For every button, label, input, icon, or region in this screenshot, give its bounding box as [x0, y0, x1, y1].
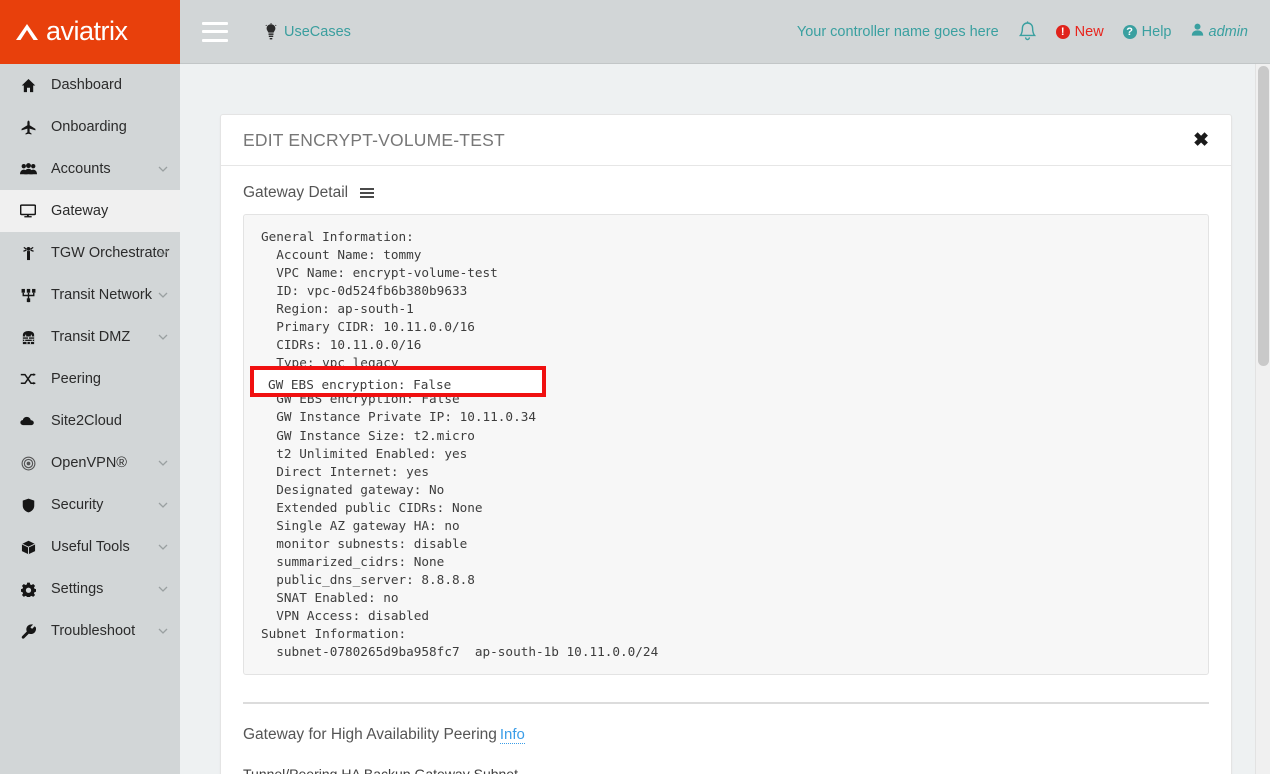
sidebar-item-label: Transit Network — [51, 287, 152, 303]
sidebar-item-label: OpenVPN® — [51, 455, 127, 471]
user-label: admin — [1209, 24, 1249, 40]
usecases-link[interactable]: UseCases — [264, 23, 351, 40]
sidebar-item-transit-network[interactable]: Transit Network — [0, 274, 180, 316]
sidebar-item-openvpn[interactable]: OpenVPN® — [0, 442, 180, 484]
sidebar-item-label: Useful Tools — [51, 539, 130, 555]
shield-icon — [17, 498, 39, 513]
gateway-detail-panel: General Information: Account Name: tommy… — [243, 214, 1209, 675]
sidebar-item-gateway[interactable]: Gateway — [0, 190, 180, 232]
page-title: EDIT ENCRYPT-VOLUME-TEST — [243, 130, 505, 151]
wrench-icon — [17, 624, 39, 639]
sidebar-item-label: Transit DMZ — [51, 329, 130, 345]
scrollbar-thumb[interactable] — [1258, 66, 1269, 366]
sidebar-item-dashboard[interactable]: Dashboard — [0, 64, 180, 106]
firewall-icon — [17, 330, 39, 345]
sidebar: Dashboard Onboarding Accounts — [0, 64, 180, 774]
sidebar-item-label: TGW Orchestrator — [51, 245, 169, 261]
brand-name: aviatrix — [46, 18, 128, 45]
chevron-down-icon[interactable] — [158, 502, 166, 510]
ha-info-link[interactable]: Info — [500, 726, 525, 744]
card-body: Gateway Detail General Information: Acco… — [221, 166, 1231, 774]
chevron-down-icon[interactable] — [158, 544, 166, 552]
broadcast-icon — [17, 456, 39, 471]
sidebar-item-settings[interactable]: Settings — [0, 568, 180, 610]
ha-peering-section: Gateway for High Availability PeeringInf… — [243, 704, 1209, 774]
usecases-label: UseCases — [284, 24, 351, 40]
tower-icon — [17, 246, 39, 261]
main-scrollbar[interactable] — [1255, 64, 1270, 774]
monitor-icon — [17, 204, 39, 218]
ha-title-row: Gateway for High Availability PeeringInf… — [243, 726, 1209, 744]
help-label: Help — [1142, 24, 1172, 40]
user-menu[interactable]: admin — [1191, 23, 1249, 40]
aviatrix-chevron-logo-icon — [14, 21, 40, 43]
ha-subnet-label: Tunnel/Peering HA Backup Gateway Subnet — [243, 766, 1209, 774]
chevron-down-icon[interactable] — [158, 166, 166, 174]
chevron-down-icon[interactable] — [158, 586, 166, 594]
top-bar: aviatrix UseCases Your controller name g… — [0, 0, 1270, 64]
lightbulb-icon — [264, 23, 278, 40]
network-icon — [17, 288, 39, 303]
annotation-highlight-label: GW EBS encryption: False — [268, 376, 451, 394]
sidebar-item-label: Onboarding — [51, 119, 127, 135]
chevron-down-icon[interactable] — [158, 460, 166, 468]
cloud-icon — [17, 416, 39, 426]
edit-gateway-card: EDIT ENCRYPT-VOLUME-TEST ✖ Gateway Detai… — [220, 114, 1232, 774]
card-header: EDIT ENCRYPT-VOLUME-TEST ✖ — [221, 115, 1231, 166]
sidebar-item-onboarding[interactable]: Onboarding — [0, 106, 180, 148]
chevron-down-icon[interactable] — [158, 334, 166, 342]
sidebar-item-label: Troubleshoot — [51, 623, 135, 639]
sidebar-item-site2cloud[interactable]: Site2Cloud — [0, 400, 180, 442]
annotation-highlight-box: GW EBS encryption: False — [250, 366, 546, 397]
help-link[interactable]: ? Help — [1123, 24, 1172, 40]
sidebar-item-peering[interactable]: Peering — [0, 358, 180, 400]
home-icon — [17, 78, 39, 93]
gateway-detail-header: Gateway Detail — [243, 184, 1209, 202]
topbar-right-group: Your controller name goes here ! New ? H… — [797, 21, 1270, 42]
ha-section-title: Gateway for High Availability Peering — [243, 726, 497, 743]
sidebar-item-label: Peering — [51, 371, 101, 387]
sidebar-item-tgw-orchestrator[interactable]: TGW Orchestrator — [0, 232, 180, 274]
shuffle-icon — [17, 373, 39, 385]
sidebar-item-label: Accounts — [51, 161, 111, 177]
new-label: New — [1075, 24, 1104, 40]
new-link[interactable]: ! New — [1056, 24, 1104, 40]
sidebar-item-troubleshoot[interactable]: Troubleshoot — [0, 610, 180, 652]
gear-icon — [17, 582, 39, 597]
list-menu-icon[interactable] — [360, 188, 374, 198]
exclamation-circle-icon: ! — [1056, 25, 1070, 39]
hamburger-menu-icon[interactable] — [202, 22, 228, 42]
close-icon[interactable]: ✖ — [1187, 127, 1215, 154]
sidebar-item-label: Gateway — [51, 203, 108, 219]
question-circle-icon: ? — [1123, 25, 1137, 39]
sidebar-item-label: Dashboard — [51, 77, 122, 93]
users-icon — [17, 163, 39, 175]
sidebar-item-useful-tools[interactable]: Useful Tools — [0, 526, 180, 568]
chevron-down-icon[interactable] — [158, 250, 166, 258]
sidebar-item-label: Settings — [51, 581, 103, 597]
sidebar-item-transit-dmz[interactable]: Transit DMZ — [0, 316, 180, 358]
sidebar-item-security[interactable]: Security — [0, 484, 180, 526]
sidebar-item-accounts[interactable]: Accounts — [0, 148, 180, 190]
brand-logo[interactable]: aviatrix — [0, 0, 180, 64]
chevron-down-icon[interactable] — [158, 628, 166, 636]
chevron-down-icon[interactable] — [158, 292, 166, 300]
gateway-detail-text: General Information: Account Name: tommy… — [261, 228, 1191, 661]
user-icon — [1191, 23, 1204, 40]
plane-icon — [17, 120, 39, 135]
sidebar-item-label: Security — [51, 497, 103, 513]
main-content: EDIT ENCRYPT-VOLUME-TEST ✖ Gateway Detai… — [180, 64, 1255, 774]
bell-icon[interactable] — [1018, 21, 1037, 42]
sidebar-item-label: Site2Cloud — [51, 413, 122, 429]
section-title: Gateway Detail — [243, 184, 348, 202]
cube-icon — [17, 540, 39, 555]
controller-name-label: Your controller name goes here — [797, 24, 999, 40]
